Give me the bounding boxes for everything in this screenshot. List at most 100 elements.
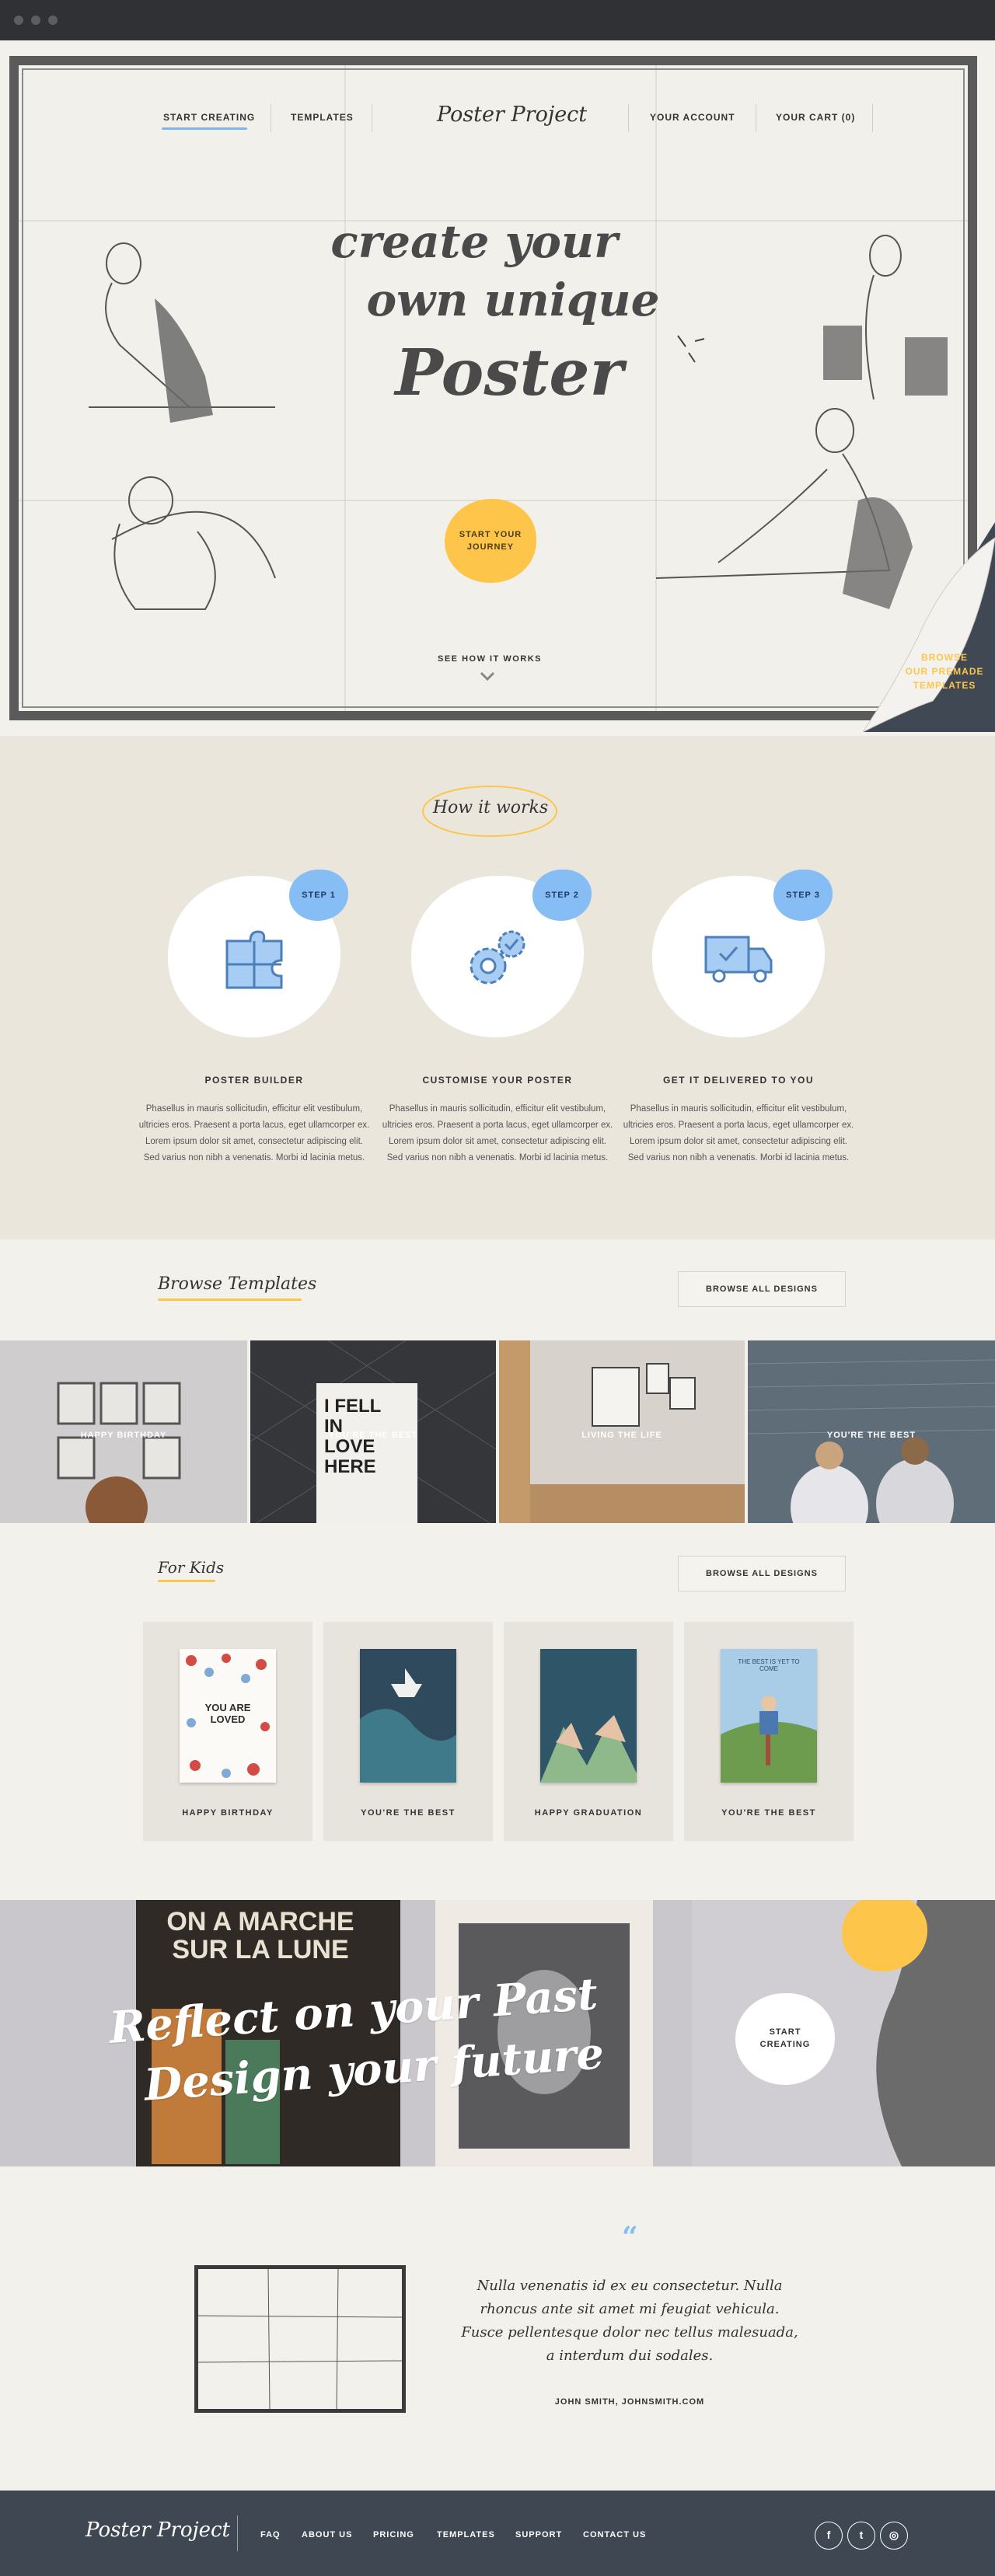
- window-maximize-dot[interactable]: [48, 16, 58, 25]
- gears-icon: [470, 930, 525, 985]
- quote-line: Nulla venenatis id ex eu consectetur. Nu…: [477, 2278, 783, 2294]
- start-journey-label-1: START YOUR: [459, 530, 522, 539]
- browse-premade-label-3: TEMPLATES: [913, 680, 976, 691]
- puzzle-icon: [225, 930, 283, 989]
- window-minimize-dot[interactable]: [31, 16, 40, 25]
- kids-card-happy-graduation[interactable]: HAPPY GRADUATION: [504, 1622, 673, 1841]
- card-label: YOU'RE THE BEST: [361, 1808, 456, 1818]
- testimonial-author: JOHN SMITH, JOHNSMITH.COM: [554, 2397, 705, 2407]
- nav-your-account[interactable]: YOUR ACCOUNT: [650, 112, 735, 123]
- step-description: Phasellus in mauris sollicitudin, effici…: [623, 1104, 854, 1163]
- footer-divider: [237, 2515, 238, 2551]
- start-creating-label-1: START: [769, 2027, 801, 2037]
- footer-link-templates[interactable]: TEMPLATES: [437, 2530, 495, 2539]
- frame-grid: [198, 2269, 402, 2409]
- step-card-1: STEP 1 POSTER BUILDER Phasellus in mauri…: [134, 870, 375, 1166]
- title-underline: [158, 1298, 302, 1301]
- footer-logo[interactable]: Poster Project: [86, 2518, 230, 2542]
- nav-templates[interactable]: TEMPLATES: [291, 112, 354, 123]
- quote-line: rhoncus ante sit amet mi feugiat vehicul…: [480, 2301, 780, 2317]
- browse-all-designs-button[interactable]: BROWSE ALL DESIGNS: [678, 1271, 846, 1307]
- poster-text-line: HERE: [324, 1456, 376, 1477]
- start-creating-button[interactable]: START CREATING: [735, 1993, 835, 2085]
- browse-templates-section: Browse Templates BROWSE ALL DESIGNS HAPP…: [0, 1239, 995, 1523]
- poster-thumbnail: THE BEST IS YET TO COME: [721, 1649, 817, 1783]
- quote-line: a interdum dui sodales.: [546, 2348, 714, 2364]
- step-card-3: STEP 3 GET IT DELIVERED TO YOU Phasellus…: [618, 870, 859, 1166]
- card-label: HAPPY GRADUATION: [534, 1808, 643, 1818]
- tile-caption: YOU'RE THE BEST: [328, 1431, 418, 1440]
- how-it-works-section: How it works STEP 1 POSTER BUILDER Phase…: [0, 736, 995, 1239]
- start-journey-button[interactable]: START YOUR JOURNEY: [445, 499, 536, 583]
- step-badge: STEP 1: [289, 870, 348, 921]
- hero-title-line1: create your: [330, 215, 618, 268]
- browser-chrome: [0, 0, 995, 40]
- step-badge: STEP 2: [532, 870, 592, 921]
- poster-thumbnail: [360, 1649, 456, 1783]
- footer-link-pricing[interactable]: PRICING: [373, 2530, 414, 2539]
- reflect-banner: ON A MARCHE SUR LA LUNE Reflect on your …: [0, 1900, 995, 2166]
- nav-your-cart[interactable]: YOUR CART (0): [776, 112, 855, 123]
- poster-text: YOU ARE LOVED: [204, 1702, 251, 1725]
- poster-thumbnail: YOU ARE LOVED: [180, 1649, 276, 1783]
- hero-title-line2: own unique: [366, 274, 660, 326]
- poster-text: THE BEST IS YET TO COME: [738, 1658, 800, 1672]
- site-logo[interactable]: Poster Project: [437, 103, 587, 127]
- nav-divider: [628, 104, 629, 132]
- footer-link-contact-us[interactable]: CONTACT US: [583, 2530, 646, 2539]
- template-tile-living-the-life[interactable]: LIVING THE LIFE: [499, 1340, 745, 1523]
- kids-card-youre-the-best-2[interactable]: THE BEST IS YET TO COME YOU'RE THE BEST: [684, 1622, 854, 1841]
- truck-icon: [704, 936, 773, 983]
- site-footer: Poster Project FAQ ABOUT US PRICING TEMP…: [0, 2491, 995, 2576]
- nav-start-creating[interactable]: START CREATING: [163, 112, 255, 123]
- quote-icon: “: [622, 2221, 638, 2254]
- page-curl-corner[interactable]: [863, 522, 995, 732]
- sign-text-line: SUR LA LUNE: [172, 1935, 349, 1964]
- mountains-illustration: [540, 1715, 637, 1783]
- for-kids-section: For Kids BROWSE ALL DESIGNS YOU ARE LOVE…: [0, 1523, 995, 1900]
- step-badge: STEP 3: [773, 870, 833, 921]
- nav-active-underline: [162, 127, 247, 130]
- step-title: POSTER BUILDER: [204, 1075, 304, 1086]
- template-tile-youre-the-best-2[interactable]: YOU'RE THE BEST: [748, 1340, 995, 1523]
- step-card-2: STEP 2 CUSTOMISE YOUR POSTER Phasellus i…: [377, 870, 618, 1166]
- browse-premade-link[interactable]: BROWSE OUR PREMADE TEMPLATES: [902, 650, 987, 692]
- paper-boat-illustration: [360, 1668, 456, 1783]
- start-journey-label-2: JOURNEY: [466, 542, 515, 552]
- tile-caption: YOU'RE THE BEST: [826, 1431, 916, 1440]
- for-kids-title: For Kids: [158, 1558, 225, 1577]
- window-close-dot[interactable]: [14, 16, 23, 25]
- card-label: HAPPY BIRTHDAY: [182, 1808, 274, 1818]
- instagram-icon[interactable]: ◎: [880, 2522, 908, 2550]
- template-tile-youre-the-best[interactable]: I FELL IN LOVE HERE YOU'RE THE BEST: [250, 1340, 496, 1523]
- kids-card-youre-the-best[interactable]: YOU'RE THE BEST: [323, 1622, 493, 1841]
- sign-text-line: ON A MARCHE: [166, 1907, 354, 1936]
- hero-section: START CREATING TEMPLATES Poster Project …: [0, 40, 995, 736]
- chevron-down-icon[interactable]: [478, 670, 497, 682]
- browse-premade-label-2: OUR PREMADE: [905, 666, 984, 677]
- twitter-icon[interactable]: t: [847, 2522, 875, 2550]
- footer-link-faq[interactable]: FAQ: [260, 2530, 281, 2539]
- footer-link-about-us[interactable]: ABOUT US: [302, 2530, 352, 2539]
- how-it-works-title: How it works: [432, 798, 549, 817]
- title-underline: [158, 1580, 215, 1582]
- browse-templates-title: Browse Templates: [158, 1274, 317, 1294]
- browse-all-designs-button[interactable]: BROWSE ALL DESIGNS: [678, 1556, 846, 1591]
- tile-caption: LIVING THE LIFE: [581, 1431, 662, 1440]
- nav-divider: [872, 104, 873, 132]
- vintage-sign: ON A MARCHE SUR LA LUNE: [159, 1908, 361, 1964]
- footer-link-support[interactable]: SUPPORT: [515, 2530, 562, 2539]
- step-title: GET IT DELIVERED TO YOU: [662, 1075, 815, 1086]
- kids-card-happy-birthday[interactable]: YOU ARE LOVED HAPPY BIRTHDAY: [143, 1622, 312, 1841]
- poster-thumbnail: [540, 1649, 637, 1783]
- testimonial-section: “ Nulla venenatis id ex eu consectetur. …: [0, 2166, 995, 2491]
- tile-caption: HAPPY BIRTHDAY: [80, 1431, 167, 1440]
- step-illustration-blob: STEP 1: [168, 870, 348, 1037]
- quote-line: Fusce pellentesque dolor nec tellus male…: [461, 2324, 798, 2341]
- poster-text-line: I FELL: [324, 1396, 382, 1417]
- facebook-icon[interactable]: f: [815, 2522, 843, 2550]
- template-tile-happy-birthday[interactable]: HAPPY BIRTHDAY: [0, 1340, 247, 1523]
- step-title: CUSTOMISE YOUR POSTER: [422, 1075, 573, 1086]
- step-description: Phasellus in mauris sollicitudin, effici…: [138, 1104, 370, 1163]
- see-how-it-works-link[interactable]: SEE HOW IT WORKS: [404, 654, 575, 664]
